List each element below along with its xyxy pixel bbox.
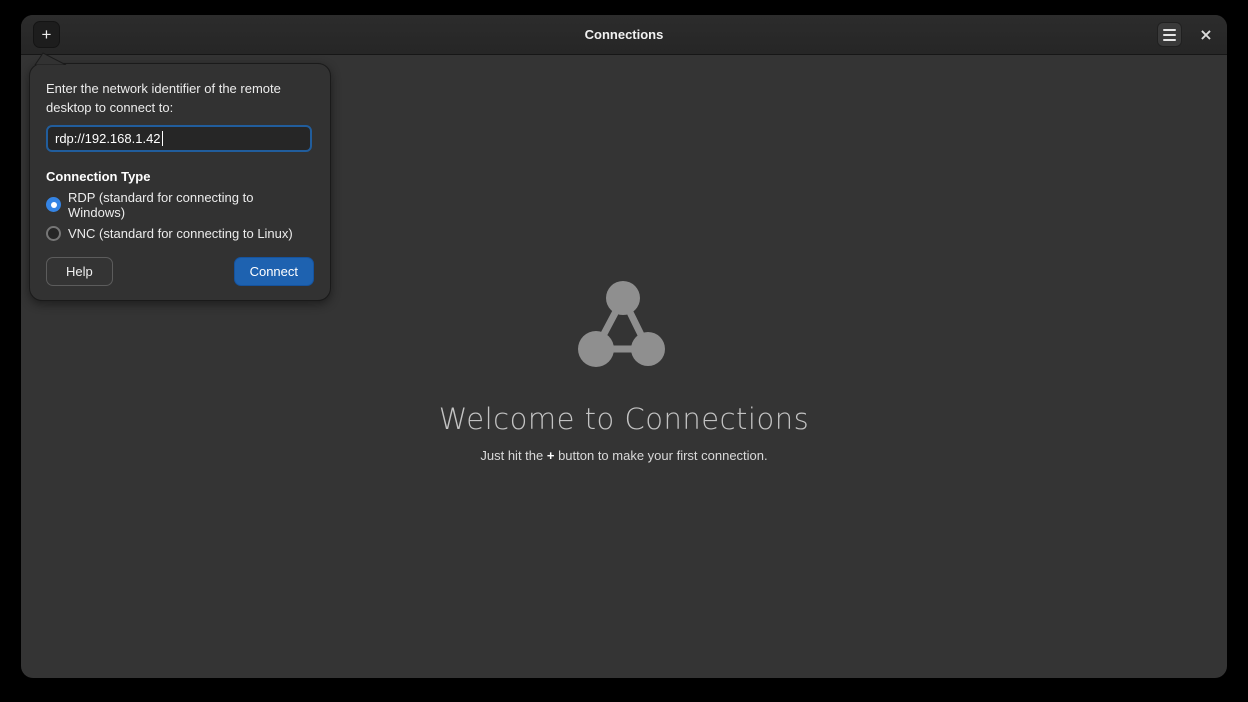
text-caret xyxy=(162,131,163,146)
address-input[interactable]: rdp://192.168.1.42 xyxy=(46,125,312,152)
address-input-value: rdp://192.168.1.42 xyxy=(55,131,161,146)
new-connection-popover: Enter the network identifier of the remo… xyxy=(29,63,331,301)
radio-option-label: RDP (standard for connecting to Windows) xyxy=(68,190,314,220)
main-menu-button[interactable] xyxy=(1157,22,1182,47)
headerbar: + Connections × xyxy=(21,15,1227,55)
plus-icon: + xyxy=(42,23,52,47)
window-title: Connections xyxy=(21,27,1227,42)
radio-option-rdp[interactable]: RDP (standard for connecting to Windows) xyxy=(46,190,314,220)
radio-button-icon xyxy=(46,197,61,212)
close-icon: × xyxy=(1199,25,1212,44)
welcome-subtitle: Just hit the + button to make your first… xyxy=(480,448,767,463)
connections-network-icon xyxy=(576,279,672,369)
radio-option-vnc[interactable]: VNC (standard for connecting to Linux) xyxy=(46,226,314,241)
close-window-button[interactable]: × xyxy=(1195,24,1217,46)
address-prompt-label: Enter the network identifier of the remo… xyxy=(46,80,314,118)
popover-arrow xyxy=(30,52,76,65)
radio-button-icon xyxy=(46,226,61,241)
radio-option-label: VNC (standard for connecting to Linux) xyxy=(68,226,293,241)
connection-type-heading: Connection Type xyxy=(46,169,314,184)
connect-button[interactable]: Connect xyxy=(234,257,314,286)
add-connection-button[interactable]: + xyxy=(33,21,60,48)
empty-state: Welcome to Connections Just hit the + bu… xyxy=(21,279,1227,463)
hamburger-icon xyxy=(1163,29,1176,41)
help-button[interactable]: Help xyxy=(46,257,113,286)
welcome-title: Welcome to Connections xyxy=(439,402,809,436)
app-window: + Connections × Enter the network identi… xyxy=(21,15,1227,678)
